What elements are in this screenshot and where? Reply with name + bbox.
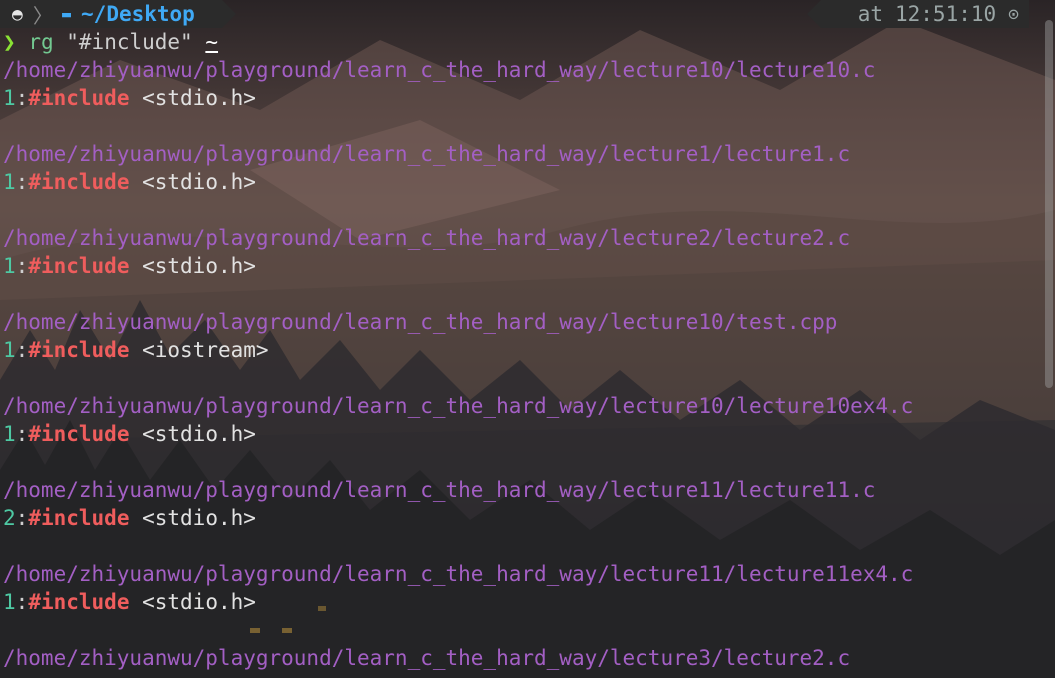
result-match-line: 1:#include <stdio.h> (3, 588, 256, 616)
chevron-right-icon: 〉 (32, 3, 53, 28)
match-text: #include (28, 590, 130, 614)
line-rest-text: <stdio.h> (129, 86, 256, 110)
file-path-text: /home/zhiyuanwu/playground/learn_c_the_h… (3, 646, 851, 670)
line-number: 1 (3, 86, 16, 110)
match-text: #include (28, 170, 130, 194)
line-separator: : (15, 170, 29, 194)
line-separator: : (15, 422, 29, 446)
result-match-line: 1:#include <stdio.h> (3, 168, 256, 196)
result-match-line: 2:#include <stdio.h> (3, 504, 256, 532)
result-file-path[interactable]: /home/zhiyuanwu/playground/learn_c_the_h… (3, 224, 850, 252)
line-rest-text: <stdio.h> (129, 590, 256, 614)
file-path-text: /home/zhiyuanwu/playground/learn_c_the_h… (3, 310, 838, 334)
current-directory: ~/Desktop (81, 2, 195, 26)
line-number: 1 (3, 590, 16, 614)
result-file-path[interactable]: /home/zhiyuanwu/playground/learn_c_the_h… (3, 308, 837, 336)
result-file-path[interactable]: /home/zhiyuanwu/playground/learn_c_the_h… (3, 392, 913, 420)
result-file-path[interactable]: /home/zhiyuanwu/playground/learn_c_the_h… (3, 560, 913, 588)
prompt-path-segment: ▬ ~/Desktop (52, 0, 236, 28)
line-number: 2 (3, 506, 16, 530)
terminal-window[interactable]: ◓ 〉 ▬ ~/Desktop at 12:51:10 ⊙ ❯ rg "#inc… (0, 0, 1055, 678)
line-separator: : (15, 338, 29, 362)
result-file-path[interactable]: /home/zhiyuanwu/playground/learn_c_the_h… (3, 476, 875, 504)
result-match-line: 1:#include <stdio.h> (3, 84, 256, 112)
file-path-text: /home/zhiyuanwu/playground/learn_c_the_h… (3, 394, 914, 418)
result-file-path[interactable]: /home/zhiyuanwu/playground/learn_c_the_h… (3, 644, 850, 672)
command-target: ~ (205, 30, 219, 54)
line-separator: : (15, 506, 29, 530)
line-rest-text: <stdio.h> (129, 170, 256, 194)
line-separator: : (15, 590, 29, 614)
prompt-arrow: ❯ (3, 30, 16, 54)
line-number: 1 (3, 254, 16, 278)
command-argument: "#include" (66, 30, 193, 54)
match-text: #include (28, 254, 130, 278)
clock-icon: ⊙ (1008, 3, 1019, 25)
line-number: 1 (3, 422, 16, 446)
time-at-label: at (857, 2, 883, 26)
folder-icon: ▬ (62, 5, 72, 23)
prompt-time-segment: at 12:51:10 ⊙ (807, 0, 1029, 28)
result-match-line: 1:#include <stdio.h> (3, 420, 256, 448)
file-path-text: /home/zhiyuanwu/playground/learn_c_the_h… (3, 478, 876, 502)
result-match-line: 1:#include <stdio.h> (3, 252, 256, 280)
command-line[interactable]: ❯ rg "#include" ~ (3, 28, 218, 56)
command-name: rg (28, 30, 54, 54)
result-file-path[interactable]: /home/zhiyuanwu/playground/learn_c_the_h… (3, 140, 850, 168)
line-number: 1 (3, 338, 16, 362)
match-text: #include (28, 86, 130, 110)
line-rest-text: <stdio.h> (129, 254, 256, 278)
line-rest-text: <stdio.h> (129, 422, 256, 446)
file-path-text: /home/zhiyuanwu/playground/learn_c_the_h… (3, 58, 876, 82)
line-rest-text: <iostream> (129, 338, 269, 362)
linux-penguin-icon: ◓ (12, 3, 23, 25)
prompt-time: 12:51:10 (895, 2, 997, 26)
scrollbar[interactable] (1045, 20, 1053, 388)
line-rest-text: <stdio.h> (129, 506, 256, 530)
match-text: #include (28, 422, 130, 446)
prompt-bar: ◓ 〉 ▬ ~/Desktop at 12:51:10 ⊙ (0, 0, 1055, 28)
file-path-text: /home/zhiyuanwu/playground/learn_c_the_h… (3, 142, 851, 166)
match-text: #include (28, 506, 130, 530)
line-separator: : (15, 254, 29, 278)
result-match-line: 1:#include <iostream> (3, 336, 269, 364)
line-separator: : (15, 86, 29, 110)
prompt-os-segment: ◓ 〉 (0, 0, 53, 28)
result-file-path[interactable]: /home/zhiyuanwu/playground/learn_c_the_h… (3, 56, 875, 84)
line-number: 1 (3, 170, 16, 194)
file-path-text: /home/zhiyuanwu/playground/learn_c_the_h… (3, 562, 914, 586)
file-path-text: /home/zhiyuanwu/playground/learn_c_the_h… (3, 226, 851, 250)
match-text: #include (28, 338, 130, 362)
